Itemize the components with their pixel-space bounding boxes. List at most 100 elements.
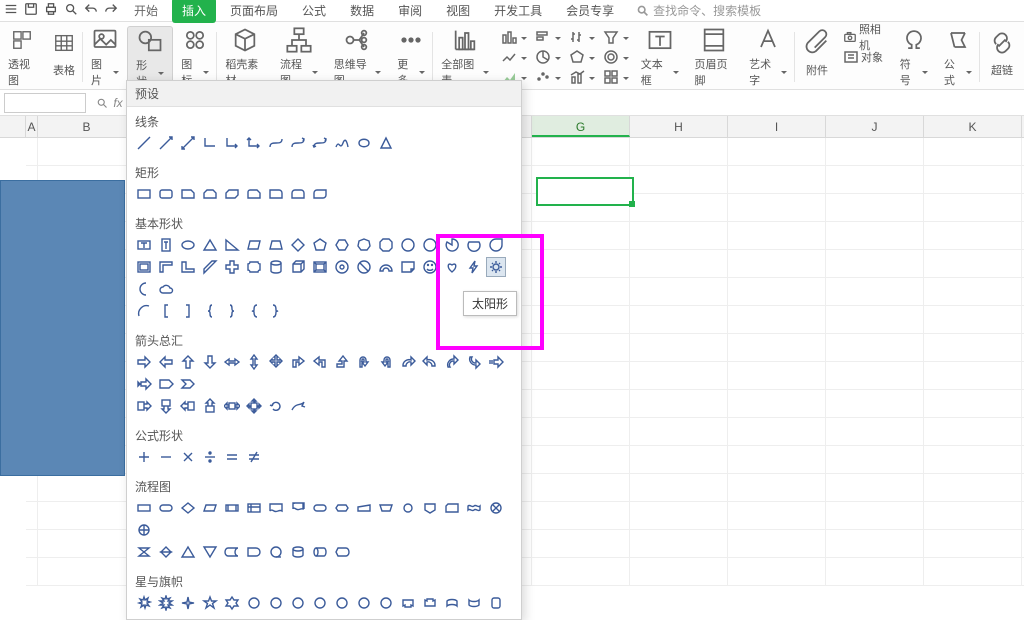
shape-minus[interactable]	[157, 448, 175, 466]
tab-formula[interactable]: 公式	[292, 0, 336, 23]
shape-textbox-v[interactable]	[157, 236, 175, 254]
shape-fc-card[interactable]	[443, 499, 461, 517]
shape-snipround[interactable]	[245, 185, 263, 203]
shape-cross[interactable]	[223, 258, 241, 276]
tab-dev[interactable]: 开发工具	[484, 0, 552, 23]
shape-arrow-callout-u[interactable]	[201, 397, 219, 415]
shape-round-rect[interactable]	[157, 185, 175, 203]
shape-fc-process[interactable]	[135, 499, 153, 517]
shape-freeform-closed[interactable]	[377, 134, 395, 152]
shape-arrow-uturn-l[interactable]	[377, 353, 395, 371]
shape-line[interactable]	[135, 134, 153, 152]
shape-fc-multidoc[interactable]	[289, 499, 307, 517]
shape-arrow-d[interactable]	[201, 353, 219, 371]
shape-fc-internal[interactable]	[245, 499, 263, 517]
shape-lshape[interactable]	[179, 258, 197, 276]
shape-star7[interactable]	[245, 594, 263, 612]
shape-snip2diag[interactable]	[223, 185, 241, 203]
shape-fc-magnetic[interactable]	[289, 543, 307, 561]
shape-lightning[interactable]	[465, 258, 483, 276]
shape-arrow-quad[interactable]	[267, 353, 285, 371]
shape-hexagon[interactable]	[333, 236, 351, 254]
shape-arrow-ud[interactable]	[245, 353, 263, 371]
shape-star10[interactable]	[289, 594, 307, 612]
ribbon-textbox[interactable]: 文本框	[633, 26, 687, 88]
ribbon-camera[interactable]: 照相机	[843, 28, 888, 46]
col-H[interactable]: H	[630, 116, 728, 137]
shape-smiley[interactable]	[421, 258, 439, 276]
ribbon-shapes[interactable]: 形状	[127, 26, 173, 88]
shape-parallelogram[interactable]	[245, 236, 263, 254]
shape-arrow-circular[interactable]	[267, 397, 285, 415]
shape-fc-or[interactable]	[135, 521, 153, 539]
shape-star24[interactable]	[355, 594, 373, 612]
shape-heptagon[interactable]	[355, 236, 373, 254]
tab-view[interactable]: 视图	[436, 0, 480, 23]
tab-member[interactable]: 会员专享	[556, 0, 624, 23]
shape-plaque[interactable]	[245, 258, 263, 276]
col-J[interactable]: J	[826, 116, 924, 137]
shape-arrow-r[interactable]	[135, 353, 153, 371]
shape-halfframe[interactable]	[157, 258, 175, 276]
qat-redo-icon[interactable]	[104, 2, 118, 19]
shape-bevel[interactable]	[311, 258, 329, 276]
shape-arrow-line[interactable]	[157, 134, 175, 152]
ribbon-symbol[interactable]: 符号	[892, 26, 936, 88]
shape-fc-delay[interactable]	[245, 543, 263, 561]
shape-fc-sort[interactable]	[157, 543, 175, 561]
ribbon-pivot[interactable]: 透视图	[0, 26, 45, 88]
ribbon-wordart[interactable]: 艺术字	[741, 26, 795, 88]
shape-ribbon-curve-up[interactable]	[443, 594, 461, 612]
shape-fc-prep[interactable]	[333, 499, 351, 517]
select-all-corner[interactable]	[0, 116, 26, 137]
tab-review[interactable]: 审阅	[388, 0, 432, 23]
name-box[interactable]	[4, 93, 86, 113]
shape-dodecagon[interactable]	[421, 236, 439, 254]
shape-teardrop[interactable]	[487, 236, 505, 254]
shape-triangle[interactable]	[201, 236, 219, 254]
shape-fc-merge[interactable]	[201, 543, 219, 561]
shape-arrow-notched[interactable]	[135, 375, 153, 393]
shape-decagon[interactable]	[399, 236, 417, 254]
shape-ribbon-curve-down[interactable]	[465, 594, 483, 612]
shape-scroll-v[interactable]	[487, 594, 505, 612]
shape-arrow-curved-u[interactable]	[443, 353, 461, 371]
shape-arrow-callout-lr[interactable]	[223, 397, 241, 415]
shape-oval[interactable]	[179, 236, 197, 254]
shape-fc-connector[interactable]	[399, 499, 417, 517]
shape-fc-data[interactable]	[201, 499, 219, 517]
shape-arrow-curved-r[interactable]	[399, 353, 417, 371]
shape-arrow-callout-quad[interactable]	[245, 397, 263, 415]
qat-print-icon[interactable]	[44, 2, 58, 19]
shape-fc-manual-input[interactable]	[355, 499, 373, 517]
qat-undo-icon[interactable]	[84, 2, 98, 19]
shape-curve-double[interactable]	[311, 134, 329, 152]
shape-ribbon-up[interactable]	[399, 594, 417, 612]
qat-save-icon[interactable]	[24, 2, 38, 19]
shape-multiply[interactable]	[179, 448, 197, 466]
shape-fc-document[interactable]	[267, 499, 285, 517]
shape-brace-r[interactable]	[223, 302, 241, 320]
ribbon-material[interactable]: 稻壳素材	[217, 26, 272, 88]
shape-fc-extract[interactable]	[179, 543, 197, 561]
chart-combo-button[interactable]	[569, 68, 595, 86]
shape-arrow-callout-l[interactable]	[179, 397, 197, 415]
shape-explosion1[interactable]	[135, 594, 153, 612]
shape-arrow-bent-u[interactable]	[333, 353, 351, 371]
shape-arrow-uturn-r[interactable]	[355, 353, 373, 371]
ribbon-attachment[interactable]: 附件	[795, 26, 839, 88]
shape-cube[interactable]	[289, 258, 307, 276]
shape-curve-arrow[interactable]	[289, 134, 307, 152]
tab-layout[interactable]: 页面布局	[220, 0, 288, 23]
shape-pentagon[interactable]	[311, 236, 329, 254]
chart-column-button[interactable]	[501, 28, 527, 46]
shape-scroll-h[interactable]	[135, 616, 153, 620]
col-K[interactable]: K	[924, 116, 1022, 137]
ribbon-flowchart[interactable]: 流程图	[272, 26, 326, 88]
shape-fc-direct[interactable]	[311, 543, 329, 561]
shape-frame[interactable]	[135, 258, 153, 276]
shape-moon[interactable]	[135, 280, 153, 298]
shape-arrow-l[interactable]	[157, 353, 175, 371]
shape-equal[interactable]	[223, 448, 241, 466]
shape-brace-l[interactable]	[201, 302, 219, 320]
